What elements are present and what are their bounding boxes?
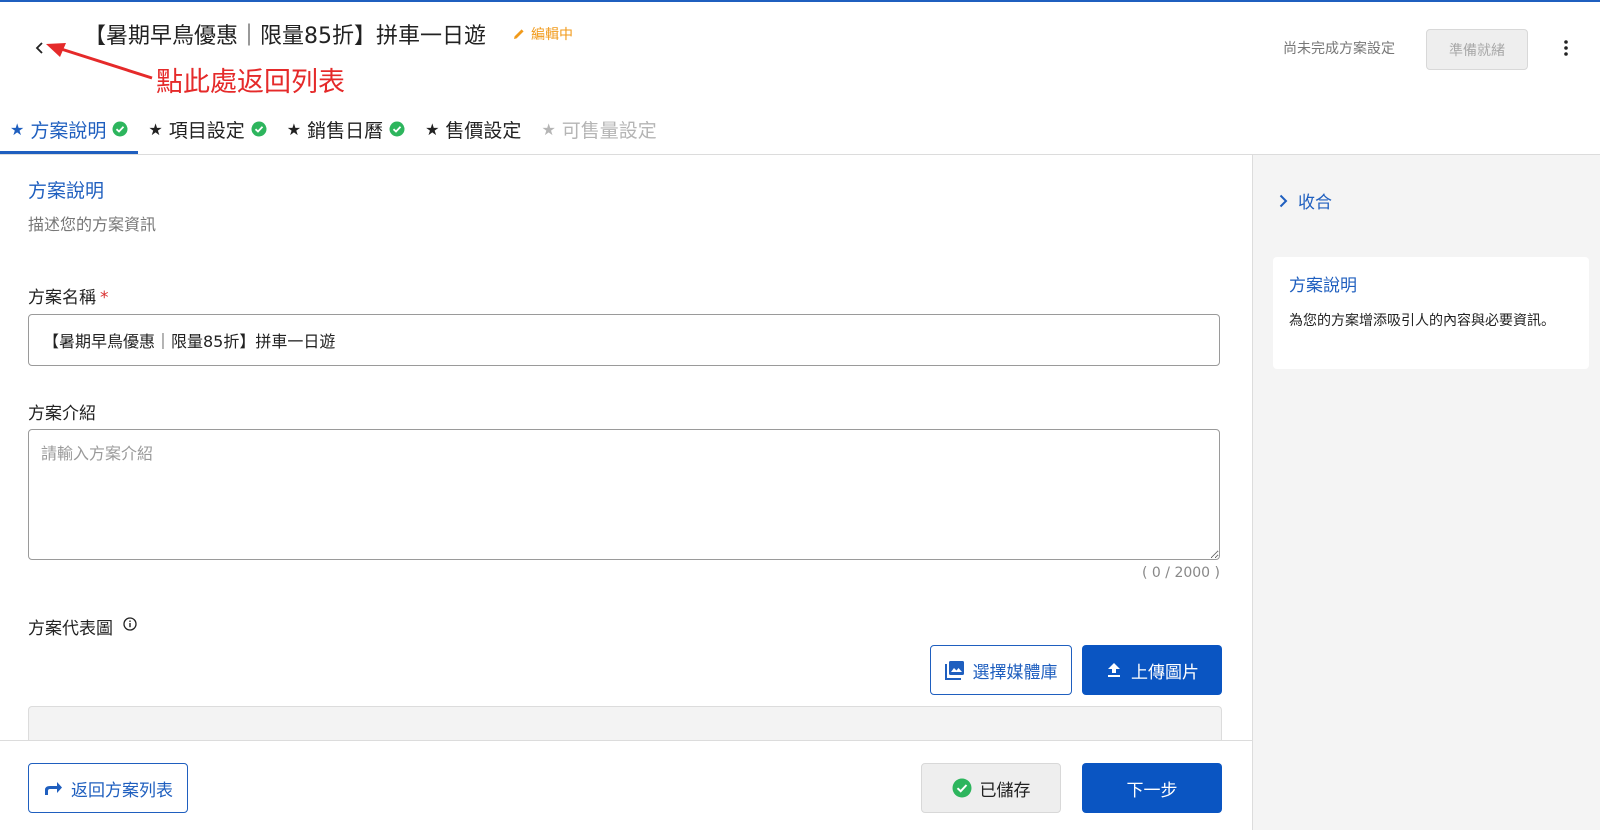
footer-bar: 返回方案列表 已儲存 下一步 — [0, 740, 1252, 831]
section-subtitle: 描述您的方案資訊 — [28, 215, 157, 234]
chevron-right-icon — [1279, 194, 1288, 207]
help-card-description: 為您的方案增添吸引人的內容與必要資訊。 — [1289, 313, 1555, 329]
required-mark: * — [100, 288, 109, 308]
plan-image-label: 方案代表圖 — [28, 619, 113, 639]
back-to-plan-list-label: 返回方案列表 — [71, 780, 173, 801]
plan-intro-label: 方案介紹 — [28, 404, 96, 424]
check-circle-icon — [389, 121, 405, 137]
upload-image-button[interactable]: 上傳圖片 — [1082, 645, 1222, 695]
edit-status-label: 編輯中 — [531, 27, 573, 43]
pencil-icon — [514, 29, 524, 39]
plan-name-input[interactable] — [28, 314, 1220, 366]
annotation-text: 點此處返回列表 — [156, 67, 345, 98]
help-side-panel: 收合 方案說明 為您的方案增添吸引人的內容與必要資訊。 — [1252, 155, 1600, 830]
plan-intro-textarea[interactable] — [28, 429, 1220, 560]
saved-button[interactable]: 已儲存 — [921, 763, 1061, 813]
more-menu-button[interactable] — [1556, 36, 1576, 60]
image-gallery-icon — [944, 661, 964, 680]
tab-sales-calendar[interactable]: ★ 銷售日曆 — [277, 104, 415, 154]
tab-label: 方案說明 — [30, 119, 107, 142]
more-vertical-icon — [1564, 40, 1568, 56]
ready-button[interactable]: 準備就緒 — [1426, 29, 1528, 70]
star-icon: ★ — [148, 119, 163, 139]
select-media-library-label: 選擇媒體庫 — [972, 662, 1058, 683]
share-arrow-icon — [45, 782, 62, 795]
tab-price-settings[interactable]: ★ 售價設定 — [415, 104, 531, 154]
upload-image-label: 上傳圖片 — [1131, 662, 1199, 683]
tab-availability-settings: ★ 可售量設定 — [531, 104, 666, 154]
help-card-title: 方案說明 — [1289, 276, 1357, 296]
tab-label: 銷售日曆 — [307, 119, 384, 142]
annotation-arrow — [46, 43, 153, 80]
plan-name-label-text: 方案名稱 — [28, 288, 96, 308]
tab-label: 售價設定 — [445, 119, 522, 142]
tab-label: 項目設定 — [168, 119, 245, 142]
tab-item-settings[interactable]: ★ 項目設定 — [138, 104, 276, 154]
tab-plan-description[interactable]: ★ 方案說明 — [0, 104, 139, 154]
saved-label: 已儲存 — [979, 780, 1031, 801]
tab-label: 可售量設定 — [561, 119, 657, 142]
upload-icon — [1108, 663, 1120, 677]
back-to-plan-list-button[interactable]: 返回方案列表 — [28, 763, 188, 813]
star-icon: ★ — [10, 119, 25, 139]
completion-status: 尚未完成方案設定 — [1283, 41, 1395, 57]
collapse-label: 收合 — [1298, 193, 1332, 213]
star-icon: ★ — [541, 119, 556, 139]
check-circle-icon — [251, 121, 267, 137]
info-icon[interactable] — [123, 617, 137, 631]
star-icon: ★ — [286, 119, 302, 139]
collapse-button[interactable]: 收合 — [1279, 188, 1332, 213]
top-accent-line — [0, 0, 1600, 2]
next-step-button[interactable]: 下一步 — [1082, 763, 1222, 813]
star-icon: ★ — [425, 119, 440, 139]
check-circle-icon — [952, 778, 971, 798]
step-tabs: ★ 方案說明 ★ 項目設定 ★ 銷售日曆 ★ 售價設定 ★ 可售量設定 — [0, 104, 667, 154]
check-circle-icon — [112, 121, 128, 137]
plan-name-label: 方案名稱 * — [28, 283, 109, 308]
edit-status-badge: 編輯中 — [512, 24, 573, 44]
help-card: 方案說明 為您的方案增添吸引人的內容與必要資訊。 — [1273, 257, 1589, 369]
intro-char-counter: ( 0 / 2000 ) — [1142, 565, 1220, 581]
select-media-library-button[interactable]: 選擇媒體庫 — [930, 645, 1072, 695]
section-title: 方案說明 — [28, 180, 105, 202]
